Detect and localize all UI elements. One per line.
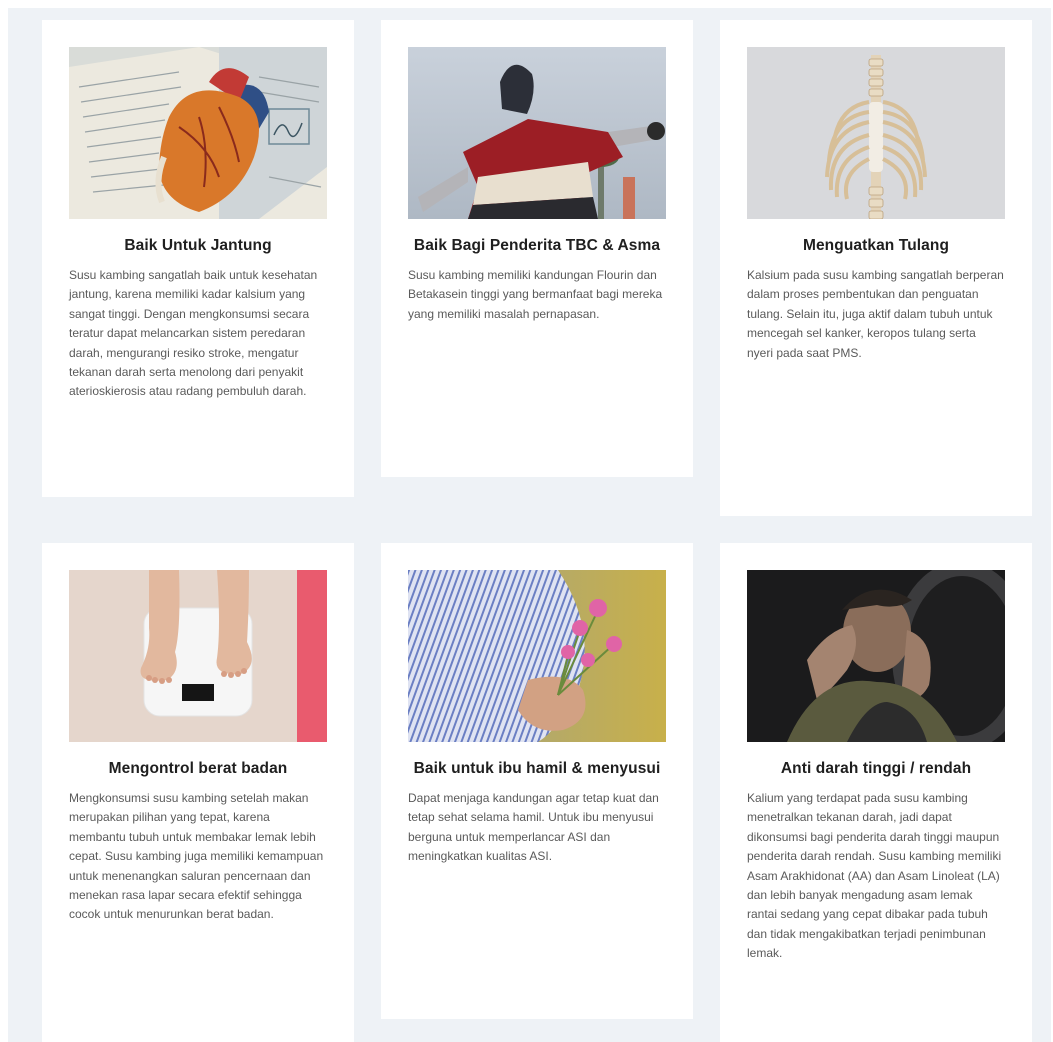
card-description: Kalium yang terdapat pada susu kambing m… bbox=[747, 791, 1002, 961]
benefits-section: Baik Untuk Jantung Susu kambing sangatla… bbox=[8, 8, 1051, 1042]
bathroom-scale-image bbox=[69, 570, 327, 742]
card-description: Susu kambing sangatlah baik untuk keseha… bbox=[69, 268, 318, 399]
benefit-card-bones: Menguatkan Tulang Kalsium pada susu kamb… bbox=[720, 20, 1032, 516]
heart-model-image bbox=[69, 47, 327, 219]
man-headache-image bbox=[747, 570, 1005, 742]
rib-cage-image bbox=[747, 47, 1005, 219]
benefit-card-tbc-asthma: Baik Bagi Penderita TBC & Asma Susu kamb… bbox=[381, 20, 693, 477]
card-title: Baik untuk ibu hamil & menyusui bbox=[413, 760, 661, 777]
woman-breathing-image bbox=[408, 47, 666, 219]
pregnant-woman-image bbox=[408, 570, 666, 742]
benefit-card-heart: Baik Untuk Jantung Susu kambing sangatla… bbox=[42, 20, 354, 497]
card-title: Anti darah tinggi / rendah bbox=[780, 760, 972, 777]
card-title: Baik Bagi Penderita TBC & Asma bbox=[413, 237, 661, 254]
card-title: Menguatkan Tulang bbox=[802, 237, 950, 254]
card-description: Dapat menjaga kandungan agar tetap kuat … bbox=[408, 791, 659, 864]
card-description: Kalsium pada susu kambing sangatlah berp… bbox=[747, 268, 1004, 360]
benefit-card-weight: Mengontrol berat badan Mengkonsumsi susu… bbox=[42, 543, 354, 1042]
card-title: Baik Untuk Jantung bbox=[124, 237, 272, 254]
card-title: Mengontrol berat badan bbox=[108, 760, 288, 777]
benefit-card-pregnancy: Baik untuk ibu hamil & menyusui Dapat me… bbox=[381, 543, 693, 1019]
card-description: Susu kambing memiliki kandungan Flourin … bbox=[408, 268, 663, 321]
card-description: Mengkonsumsi susu kambing setelah makan … bbox=[69, 791, 324, 922]
benefit-card-blood-pressure: Anti darah tinggi / rendah Kalium yang t… bbox=[720, 543, 1032, 1042]
